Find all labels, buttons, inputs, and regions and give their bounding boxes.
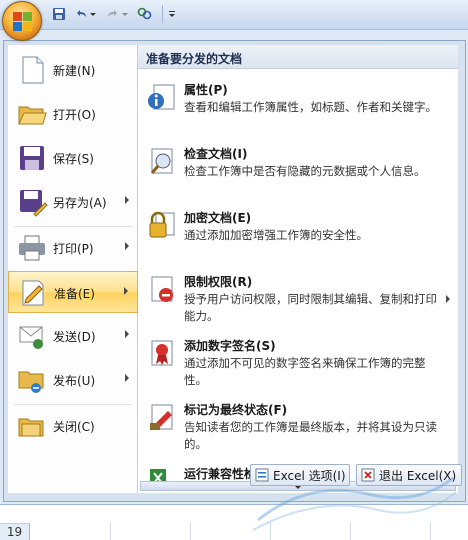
exit-icon: [361, 468, 375, 482]
submenu-item-restrict-permission[interactable]: 限制权限(R) 授予用户访问权限，同时限制其编辑、复制和打印能力。: [138, 269, 458, 325]
menu-item-send-label: 发送(D): [53, 330, 96, 344]
submenu-item-description: 检查工作簿中是否有隐藏的元数据或个人信息。: [184, 164, 426, 178]
send-icon: [16, 320, 48, 352]
printer-icon: [16, 232, 48, 264]
office-logo-icon: [13, 12, 33, 32]
properties-icon: [146, 81, 178, 113]
submenu-item-description: 通过添加不可见的数字签名来确保工作簿的完整性。: [184, 356, 426, 387]
submenu-item-description: 查看和编辑工作簿属性，如标题、作者和关键字。: [184, 100, 437, 114]
inspect-document-icon: [146, 145, 178, 177]
redo-dropdown-icon[interactable]: [120, 5, 130, 23]
office-button[interactable]: [2, 1, 42, 41]
submenu-item-title: 标记为最终状态(F): [184, 403, 288, 417]
submenu-item-inspect-document[interactable]: 检查文档(I) 检查工作簿中是否有隐藏的元数据或个人信息。: [138, 141, 458, 197]
menu-item-open-label: 打开(O): [53, 108, 96, 122]
row-header[interactable]: 19: [0, 523, 30, 540]
submenu-item-description: 授予用户访问权限，同时限制其编辑、复制和打印能力。: [184, 292, 437, 323]
close-folder-icon: [16, 410, 48, 442]
submenu-arrow-icon: [125, 196, 129, 204]
submenu-header: 准备要分发的文档: [138, 45, 458, 69]
prepare-icon: [17, 277, 49, 309]
submenu-item-encrypt-document[interactable]: 加密文档(E) 通过添加加密增强工作簿的安全性。: [138, 205, 458, 253]
undo-dropdown-icon[interactable]: [88, 5, 98, 23]
publish-icon: [16, 364, 48, 396]
worksheet-area: 19: [0, 504, 468, 540]
submenu-arrow-icon: [125, 330, 129, 338]
office-menu: 新建(N) 打开(O) 保存(S) 另存为(A) 打印(P) 准备(E) 发送(…: [3, 40, 466, 502]
menu-item-publish-label: 发布(U): [53, 374, 96, 388]
mark-final-icon: [146, 401, 178, 433]
prepare-submenu: 准备要分发的文档 属性(P) 查看和编辑工作簿属性，如标题、作者和关键字。 检查…: [138, 45, 458, 493]
exit-excel-button[interactable]: 退出 Excel(X): [356, 464, 462, 486]
menu-item-publish[interactable]: 发布(U): [8, 359, 138, 401]
menu-item-save-as-label: 另存为(A): [53, 196, 107, 210]
submenu-item-title: 添加数字签名(S): [184, 339, 276, 353]
submenu-arrow-icon: [125, 374, 129, 382]
submenu-item-digital-signature[interactable]: 添加数字签名(S) 通过添加不可见的数字签名来确保工作簿的完整性。: [138, 333, 458, 389]
hyperlink-icon[interactable]: [136, 5, 154, 23]
grid-line: [190, 523, 191, 540]
menu-item-new[interactable]: 新建(N): [8, 49, 138, 91]
menu-item-prepare-label: 准备(E): [54, 287, 95, 301]
menu-item-prepare[interactable]: 准备(E): [8, 271, 138, 313]
submenu-arrow-icon: [446, 295, 450, 303]
menu-item-open[interactable]: 打开(O): [8, 93, 138, 135]
menu-item-send[interactable]: 发送(D): [8, 315, 138, 357]
submenu-item-properties[interactable]: 属性(P) 查看和编辑工作簿属性，如标题、作者和关键字。: [138, 77, 458, 133]
save-icon[interactable]: [50, 5, 68, 23]
menu-item-save-label: 保存(S): [53, 152, 94, 166]
submenu-item-description: 通过添加加密增强工作簿的安全性。: [184, 228, 368, 242]
exit-excel-label: 退出 Excel(X): [379, 468, 457, 483]
submenu-item-title: 加密文档(E): [184, 211, 252, 225]
toolbar-separator: [162, 5, 163, 23]
submenu-arrow-icon: [125, 242, 129, 250]
grid-line: [430, 523, 431, 540]
open-folder-icon: [16, 98, 48, 130]
save-disk-icon: [16, 142, 48, 174]
submenu-item-title: 属性(P): [184, 83, 228, 97]
menu-item-print-label: 打印(P): [53, 242, 94, 256]
submenu-item-description: 告知读者您的工作簿是最终版本，并将其设为只读的。: [184, 420, 437, 451]
options-icon: [255, 468, 269, 482]
excel-options-button[interactable]: Excel 选项(I): [250, 464, 350, 486]
submenu-arrow-icon: [124, 287, 128, 295]
menu-item-save[interactable]: 保存(S): [8, 137, 138, 179]
encrypt-lock-icon: [146, 209, 178, 241]
restrict-permission-icon: [146, 273, 178, 305]
new-document-icon: [16, 54, 48, 86]
digital-signature-icon: [146, 337, 178, 369]
submenu-item-title: 检查文档(I): [184, 147, 248, 161]
excel-options-label: Excel 选项(I): [273, 468, 346, 483]
submenu-item-mark-final[interactable]: 标记为最终状态(F) 告知读者您的工作簿是最终版本，并将其设为只读的。: [138, 397, 458, 453]
grid-line: [350, 523, 351, 540]
menu-item-close-label: 关闭(C): [53, 420, 95, 434]
menu-item-new-label: 新建(N): [53, 64, 96, 78]
menu-item-print[interactable]: 打印(P): [8, 227, 138, 269]
save-as-icon: [16, 186, 48, 218]
customize-toolbar-icon[interactable]: [166, 5, 178, 23]
menu-item-close[interactable]: 关闭(C): [8, 405, 138, 447]
submenu-item-title: 限制权限(R): [184, 275, 253, 289]
office-menu-commands: 新建(N) 打开(O) 保存(S) 另存为(A) 打印(P) 准备(E) 发送(…: [8, 45, 138, 493]
grid-line: [270, 523, 271, 540]
grid-line: [110, 523, 111, 540]
quick-access-toolbar: [0, 0, 468, 30]
menu-item-save-as[interactable]: 另存为(A): [8, 181, 138, 223]
